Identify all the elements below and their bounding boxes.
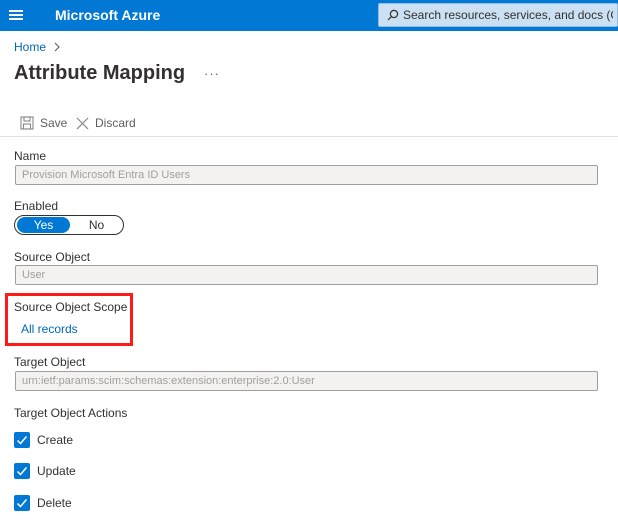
target-object-actions-label: Target Object Actions <box>14 406 128 420</box>
target-object-field[interactable] <box>15 371 598 391</box>
create-checkbox[interactable] <box>14 432 30 448</box>
hamburger-menu-icon[interactable] <box>9 9 25 21</box>
enabled-yes-option[interactable]: Yes <box>17 217 70 233</box>
delete-label: Delete <box>37 496 72 510</box>
breadcrumb: Home <box>14 40 60 54</box>
name-label: Name <box>14 149 47 163</box>
enabled-no-option[interactable]: No <box>70 217 123 233</box>
delete-checkbox-row[interactable]: Delete <box>14 495 72 511</box>
source-object-scope-label: Source Object Scope <box>14 300 128 314</box>
enabled-toggle[interactable]: Yes No <box>14 215 124 235</box>
enabled-label: Enabled <box>14 199 59 213</box>
checkmark-icon <box>16 436 28 445</box>
search-input[interactable] <box>403 6 613 24</box>
more-options-icon[interactable]: ··· <box>204 66 220 81</box>
chevron-right-icon <box>54 42 60 52</box>
name-field[interactable] <box>15 165 598 185</box>
close-icon <box>76 117 89 129</box>
save-button[interactable]: Save <box>20 116 67 130</box>
discard-button[interactable]: Discard <box>76 116 136 130</box>
top-bar: Microsoft Azure <box>0 0 618 31</box>
search-icon <box>387 9 399 21</box>
command-bar: Save Discard <box>0 113 618 137</box>
source-object-scope-link[interactable]: All records <box>21 322 78 336</box>
update-checkbox-row[interactable]: Update <box>14 463 76 479</box>
save-icon <box>20 116 34 130</box>
source-object-field[interactable] <box>15 265 598 285</box>
create-checkbox-row[interactable]: Create <box>14 432 73 448</box>
delete-checkbox[interactable] <box>14 495 30 511</box>
update-label: Update <box>37 464 76 478</box>
page-title: Attribute Mapping <box>14 62 186 84</box>
target-object-label: Target Object <box>14 355 86 369</box>
checkmark-icon <box>16 467 28 476</box>
create-label: Create <box>37 433 74 447</box>
discard-label: Discard <box>95 116 136 130</box>
brand-title[interactable]: Microsoft Azure <box>55 7 160 23</box>
global-search[interactable] <box>378 3 618 27</box>
breadcrumb-home-link[interactable]: Home <box>14 40 46 54</box>
save-label: Save <box>40 116 68 130</box>
source-object-label: Source Object <box>14 250 91 264</box>
update-checkbox[interactable] <box>14 463 30 479</box>
checkmark-icon <box>16 499 28 508</box>
